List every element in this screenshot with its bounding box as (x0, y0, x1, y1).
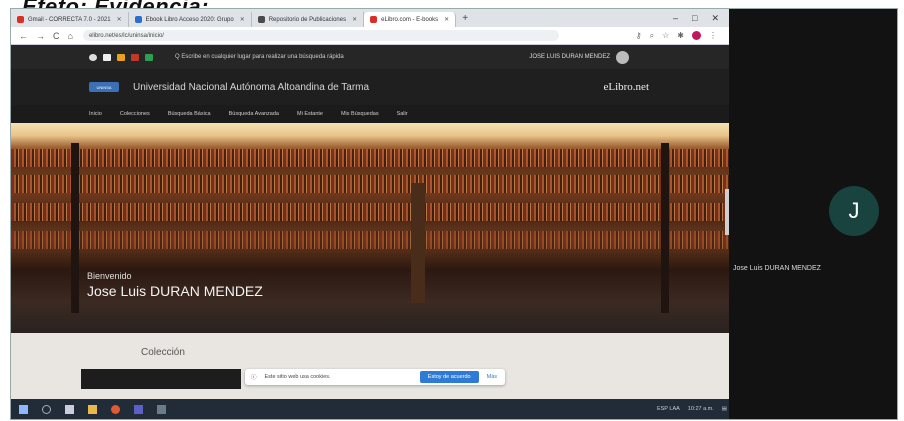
task-view-icon[interactable] (65, 404, 74, 414)
collection-section: Colección ⓘ Este sitio web usa cookies. … (11, 333, 729, 399)
pillar (661, 143, 669, 313)
zoom-icon[interactable]: ⌕ (650, 31, 654, 41)
pillar (71, 143, 79, 313)
elibro-page: Q Escribe en cualquier lugar para realiz… (11, 45, 729, 399)
flag-br-icon[interactable] (145, 53, 153, 61)
participant-name: Jose Luis DURAN MENDEZ (733, 265, 821, 272)
menu-item-mi-estante[interactable]: Mi Estante (297, 111, 323, 117)
key-icon[interactable]: ⚷ (636, 31, 642, 40)
accessibility-icons (89, 53, 153, 61)
meeting-panel: J Jose Luis DURAN MENDEZ (729, 9, 897, 419)
info-icon: ⓘ (251, 375, 257, 381)
tab-label: Gmail - CORRECTA 7.0 - 2021 (28, 16, 111, 23)
close-tab-icon[interactable]: ✕ (240, 16, 245, 23)
user-login[interactable]: JOSE LUIS DURAN MENDEZ (529, 50, 629, 64)
welcome-block: Bienvenido Jose Luis DURAN MENDEZ (87, 271, 263, 299)
user-avatar-icon (616, 50, 629, 64)
screenshot-frame: Gmail - CORRECTA 7.0 - 2021 ✕ Ebook Libr… (10, 8, 898, 420)
browser-tab-elibro[interactable]: eLibro.com - E-books ✕ (364, 12, 457, 27)
back-icon[interactable]: ← (19, 31, 28, 41)
browser-tab-ebook[interactable]: Ebook Libro Acceso 2020: Grupo ✕ (129, 12, 252, 27)
extensions-icon[interactable]: ✱ (677, 31, 684, 40)
elibro-icon (370, 16, 378, 23)
forward-icon[interactable]: → (36, 31, 45, 41)
bookshelf-row (11, 203, 729, 221)
window-thumbnail (81, 369, 241, 389)
browser-tab-repositorio[interactable]: Repositorio de Publicaciones ✕ (252, 12, 365, 27)
university-logo[interactable]: UNINSA (89, 82, 119, 92)
language-indicator[interactable]: ESP LAA (657, 406, 680, 412)
windows-taskbar: ESP LAA 10:27 a.m. ▤ (11, 399, 737, 419)
bookshelf-row (11, 231, 729, 249)
file-explorer-icon[interactable] (88, 404, 97, 414)
address-bar[interactable]: elibro.net/es/lc/uninsa/inicio/ (82, 30, 559, 41)
menu-item-busqueda-avanzada[interactable]: Búsqueda Avanzada (229, 111, 279, 117)
site-menu: Inicio Colecciones Búsqueda Básica Búsqu… (11, 105, 729, 123)
cookie-text: Este sitio web usa cookies. (264, 374, 331, 380)
pillar (411, 183, 425, 303)
close-window-icon[interactable]: ✕ (711, 13, 719, 24)
participant-avatar[interactable]: J (829, 186, 879, 236)
close-tab-icon[interactable]: ✕ (117, 16, 122, 23)
welcome-label: Bienvenido (87, 271, 132, 281)
site-topbar: Q Escribe en cualquier lugar para realiz… (11, 45, 729, 69)
elibro-logo[interactable]: eLibro.net (603, 81, 649, 93)
browser-toolbar: ← → C ⌂ elibro.net/es/lc/uninsa/inicio/ … (11, 27, 729, 45)
browser-tools: ⚷ ⌕ ☆ ✱ ⋮ (636, 31, 729, 41)
window-controls: – □ ✕ (673, 13, 729, 24)
windows-start-icon[interactable] (19, 404, 28, 414)
cookie-banner: ⓘ Este sitio web usa cookies. Estoy de a… (245, 369, 505, 385)
star-icon[interactable]: ☆ (662, 31, 669, 40)
browser-tab-gmail[interactable]: Gmail - CORRECTA 7.0 - 2021 ✕ (11, 12, 129, 27)
system-tray: ESP LAA 10:27 a.m. ▤ (657, 406, 727, 412)
tab-label: Repositorio de Publicaciones (268, 16, 347, 23)
flag-uk-icon[interactable] (131, 53, 139, 61)
close-tab-icon[interactable]: ✕ (444, 16, 449, 23)
welcome-user-name: Jose Luis DURAN MENDEZ (87, 283, 263, 299)
menu-icon[interactable]: ⋮ (709, 31, 717, 40)
browser-tab-strip: Gmail - CORRECTA 7.0 - 2021 ✕ Ebook Libr… (11, 9, 729, 27)
cookie-more-link[interactable]: Más (487, 374, 497, 380)
bookshelf-row (11, 175, 729, 193)
menu-item-salir[interactable]: Salir (397, 111, 408, 117)
university-name: Universidad Nacional Autónoma Altoandina… (133, 81, 370, 93)
search-icon[interactable] (42, 404, 51, 414)
gmail-icon (17, 16, 24, 23)
chrome-icon[interactable] (111, 404, 120, 414)
profile-avatar[interactable] (692, 31, 701, 40)
menu-item-inicio[interactable]: Inicio (89, 111, 102, 117)
close-tab-icon[interactable]: ✕ (352, 16, 357, 23)
new-tab-button[interactable]: + (456, 13, 474, 24)
home-icon[interactable]: ⌂ (68, 31, 73, 41)
menu-item-busqueda-basica[interactable]: Búsqueda Básica (168, 111, 211, 117)
user-login-label: JOSE LUIS DURAN MENDEZ (529, 54, 610, 60)
clock[interactable]: 10:27 a.m. (688, 406, 714, 412)
tab-label: Ebook Libro Acceso 2020: Grupo (145, 16, 234, 23)
app-icon[interactable] (157, 404, 166, 414)
tab-label: eLibro.com - E-books (381, 16, 439, 23)
contrast-icon[interactable] (89, 53, 97, 61)
cookie-accept-button[interactable]: Estoy de acuerdo (419, 371, 479, 383)
hero-library-banner: Bienvenido Jose Luis DURAN MENDEZ (11, 123, 729, 333)
reload-icon[interactable]: C (53, 31, 60, 41)
maximize-icon[interactable]: □ (692, 13, 697, 24)
globe-icon (257, 16, 265, 23)
menu-item-colecciones[interactable]: Colecciones (120, 111, 150, 117)
site-brand-bar: UNINSA Universidad Nacional Autónoma Alt… (11, 69, 729, 105)
flag-es-icon[interactable] (117, 53, 125, 61)
section-title: Colección (141, 347, 185, 358)
document-icon (134, 16, 142, 23)
pen-icon[interactable] (103, 53, 111, 61)
notifications-icon[interactable]: ▤ (722, 406, 727, 412)
bookshelf-row (11, 149, 729, 167)
minimize-icon[interactable]: – (673, 13, 678, 24)
menu-item-mis-busquedas[interactable]: Mis Búsquedas (341, 111, 379, 117)
quick-search[interactable]: Q Escribe en cualquier lugar para realiz… (175, 54, 344, 60)
teams-icon[interactable] (134, 404, 143, 414)
